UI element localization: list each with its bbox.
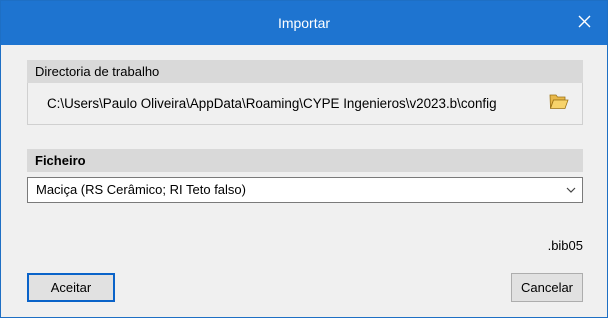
working-dir-path: C:\Users\Paulo Oliveira\AppData\Roaming\… [47, 96, 497, 111]
close-button[interactable] [561, 1, 607, 45]
accept-button[interactable]: Aceitar [27, 273, 115, 302]
chevron-down-icon[interactable] [560, 178, 582, 202]
folder-open-icon [549, 93, 569, 113]
file-header: Ficheiro [27, 149, 583, 172]
file-select-value: Maciça (RS Cerâmico; RI Teto falso) [36, 182, 246, 197]
browse-folder-button[interactable] [548, 93, 570, 113]
file-extension-label: .bib05 [547, 238, 583, 253]
cancel-button[interactable]: Cancelar [511, 273, 583, 302]
import-dialog: Importar Directoria de trabalho C:\Users… [0, 0, 608, 318]
close-icon [578, 15, 591, 31]
working-dir-panel: C:\Users\Paulo Oliveira\AppData\Roaming\… [27, 83, 583, 125]
dialog-title: Importar [277, 15, 331, 31]
file-select[interactable]: Maciça (RS Cerâmico; RI Teto falso) [27, 177, 583, 203]
title-bar[interactable]: Importar [1, 1, 607, 45]
working-dir-header: Directoria de trabalho [27, 60, 583, 83]
